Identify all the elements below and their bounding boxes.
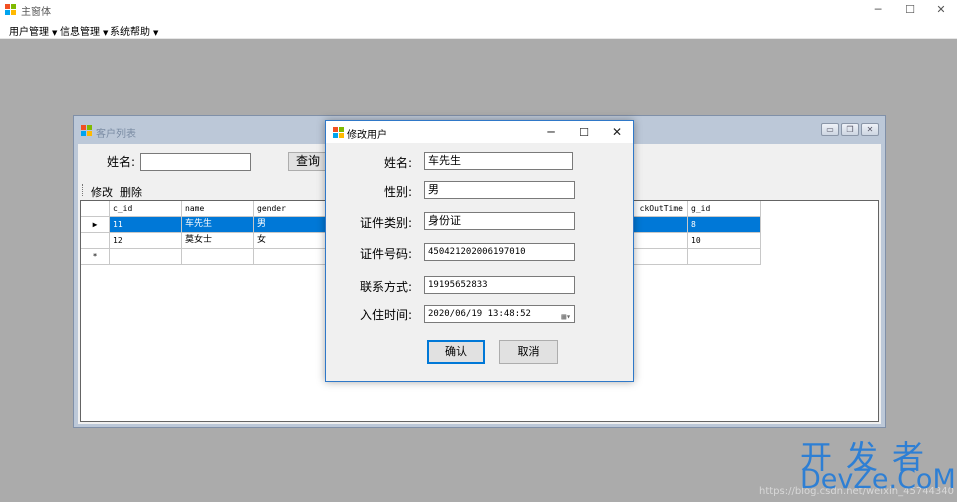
gender-label: 性别: <box>383 185 412 199</box>
close-button[interactable]: ✕ <box>925 0 957 19</box>
child-close-button[interactable]: ✕ <box>861 123 879 136</box>
child-restore-button[interactable]: ❐ <box>841 123 859 136</box>
minimize-button[interactable]: ─ <box>862 0 894 19</box>
grid-cell[interactable]: 11 <box>110 217 182 233</box>
app-icon <box>5 4 16 15</box>
watermark-english: DevZe.CoM <box>800 464 956 495</box>
grid-cell[interactable]: 莫女士 <box>182 233 254 249</box>
chevron-down-icon: ▼ <box>103 29 109 37</box>
edit-user-dialog: 修改用户 ─ ☐ ✕ 姓名: 车先生 性别: 男 证件类别: 身份证 证件号码:… <box>325 120 634 382</box>
id-type-label: 证件类别: <box>359 216 412 230</box>
grid-cell[interactable] <box>688 249 761 265</box>
chevron-down-icon: ▼ <box>52 29 58 37</box>
grid-cell[interactable] <box>182 249 254 265</box>
edit-user-title: 修改用户 <box>347 130 387 141</box>
main-title-bar: 主窗体 ─ ☐ ✕ <box>0 0 957 19</box>
grid-cell[interactable] <box>110 249 182 265</box>
app-icon <box>333 127 344 138</box>
id-type-field[interactable]: 身份证 <box>424 212 575 230</box>
row-header[interactable]: * <box>81 249 110 265</box>
grid-cell[interactable]: 8 <box>688 217 761 233</box>
id-number-field[interactable]: 450421202006197010 <box>424 243 575 261</box>
menu-system-help[interactable]: 系统帮助 ▼ <box>110 23 158 38</box>
toolbar-grip[interactable] <box>82 184 84 196</box>
column-header[interactable]: c_id <box>110 201 182 217</box>
row-header[interactable] <box>81 233 110 249</box>
checkin-time-value: 2020/06/19 13:48:52 <box>428 309 531 319</box>
maximize-button[interactable]: ☐ <box>894 0 926 19</box>
chevron-down-icon: ▼ <box>153 29 159 37</box>
edit-user-title-bar: 修改用户 ─ ☐ ✕ <box>326 121 633 143</box>
menu-user-management[interactable]: 用户管理 ▼ <box>9 23 57 38</box>
checkin-time-label: 入住时间: <box>359 308 412 322</box>
customer-list-title: 客户列表 <box>96 129 136 140</box>
dialog-minimize-button[interactable]: ─ <box>536 123 566 141</box>
cancel-button[interactable]: 取消 <box>499 340 558 364</box>
edit-button[interactable]: 修改 <box>91 184 113 200</box>
dialog-maximize-button[interactable]: ☐ <box>569 123 599 141</box>
contact-field[interactable]: 19195652833 <box>424 276 575 294</box>
checkin-time-picker[interactable]: 2020/06/19 13:48:52 ▦▾ <box>424 305 575 323</box>
main-title: 主窗体 <box>21 7 51 18</box>
column-header[interactable]: g_id <box>688 201 761 217</box>
grid-corner-header[interactable] <box>81 201 110 217</box>
row-header[interactable]: ▶ <box>81 217 110 233</box>
delete-button[interactable]: 删除 <box>120 184 142 200</box>
confirm-button[interactable]: 确认 <box>427 340 485 364</box>
name-label: 姓名: <box>383 156 412 170</box>
column-header[interactable]: name <box>182 201 254 217</box>
name-field[interactable]: 车先生 <box>424 152 573 170</box>
menu-label: 系统帮助 <box>110 27 150 38</box>
gender-field[interactable]: 男 <box>424 181 575 199</box>
dialog-close-button[interactable]: ✕ <box>602 123 632 141</box>
grid-cell[interactable]: 车先生 <box>182 217 254 233</box>
menu-bar: 用户管理 ▼ 信息管理 ▼ 系统帮助 ▼ <box>0 19 957 39</box>
id-number-label: 证件号码: <box>359 247 412 261</box>
query-button[interactable]: 查询 <box>288 152 328 171</box>
grid-cell[interactable] <box>254 249 326 265</box>
column-header[interactable]: gender <box>254 201 326 217</box>
grid-cell[interactable]: 10 <box>688 233 761 249</box>
contact-label: 联系方式: <box>359 280 412 294</box>
menu-label: 用户管理 <box>9 27 49 38</box>
name-search-label: 姓名: <box>107 155 136 169</box>
grid-cell[interactable]: 女 <box>254 233 326 249</box>
name-search-input[interactable] <box>140 153 251 171</box>
grid-cell[interactable]: 男 <box>254 217 326 233</box>
menu-label: 信息管理 <box>60 27 100 38</box>
app-icon <box>81 125 92 136</box>
child-minimize-button[interactable]: ▭ <box>821 123 839 136</box>
calendar-dropdown-icon[interactable]: ▦▾ <box>561 309 571 322</box>
grid-cell[interactable]: 12 <box>110 233 182 249</box>
menu-info-management[interactable]: 信息管理 ▼ <box>60 23 108 38</box>
